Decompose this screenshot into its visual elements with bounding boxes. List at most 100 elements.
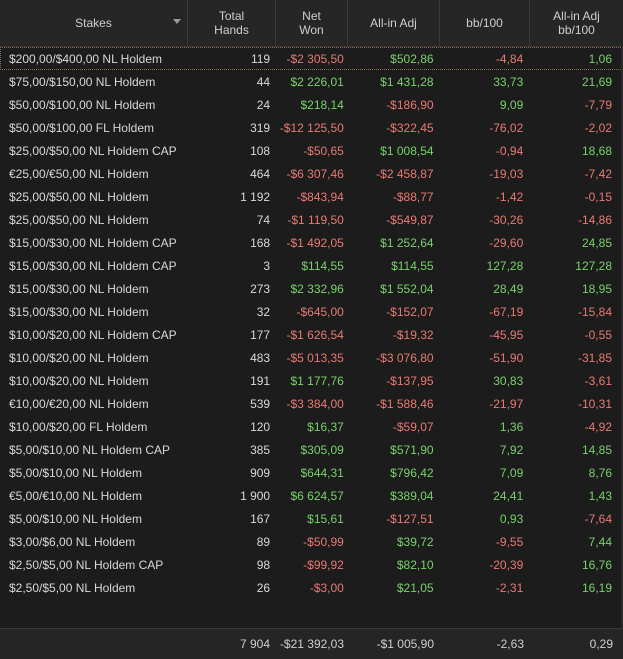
col-header-total-hands[interactable]: Total Hands [188, 0, 276, 46]
totals-bb100: -2,63 [496, 637, 524, 651]
cell-allin-adj: -$137,95 [386, 373, 434, 388]
cell-total-hands: 32 [256, 304, 271, 319]
table-row[interactable]: $50,00/$100,00 NL Holdem 24 $218,14 -$186,9… [0, 93, 623, 116]
cell-allin-adj: $389,04 [390, 488, 434, 503]
cell-allin-adj-bb100: -0,55 [584, 327, 612, 342]
cell-bb100: -45,95 [489, 327, 524, 342]
cell-net-won: -$1 626,54 [286, 327, 344, 342]
table-row[interactable]: €5,00/€10,00 NL Holdem 1 900 $6 624,57 $389… [0, 484, 623, 507]
cell-allin-adj-bb100: -7,79 [584, 97, 612, 112]
cell-total-hands: 273 [250, 281, 271, 296]
table-row[interactable]: $5,00/$10,00 NL Holdem CAP 385 $305,09 $571… [0, 438, 623, 461]
cell-total-hands: 24 [256, 97, 271, 112]
table-row[interactable]: $15,00/$30,00 NL Holdem 273 $2 332,96 $1 55… [0, 277, 623, 300]
table-row[interactable]: $10,00/$20,00 NL Holdem CAP 177 -$1 626,54… [0, 323, 623, 346]
col-header-stakes[interactable]: Stakes [0, 0, 188, 46]
cell-allin-adj-bb100: 21,69 [581, 74, 612, 89]
cell-total-hands: 385 [250, 442, 271, 457]
cell-allin-adj-bb100: -15,84 [577, 304, 612, 319]
cell-net-won: -$6 307,46 [286, 166, 344, 181]
col-header-allin-adj-label: All-in Adj [370, 16, 417, 30]
totals-hands: 7 904 [239, 637, 270, 651]
table-row[interactable]: $10,00/$20,00 FL Holdem 120 $16,37 -$59,07 1… [0, 415, 623, 438]
cell-bb100: 1,36 [499, 419, 524, 434]
cell-allin-adj: $796,42 [390, 465, 434, 480]
col-header-bb100[interactable]: bb/100 [440, 0, 530, 46]
col-header-allin-adj-bb100-label: All-in Adj bb/100 [553, 9, 600, 37]
table-row[interactable]: $2,50/$5,00 NL Holdem CAP 98 -$99,92 $82,10… [0, 553, 623, 576]
table-row[interactable]: $200,00/$400,00 NL Holdem 119 -$2 305,50 $5… [0, 47, 623, 70]
cell-net-won: -$12 125,50 [279, 120, 344, 135]
cell-total-hands: 44 [256, 74, 271, 89]
table-row[interactable]: $50,00/$100,00 FL Holdem 319 -$12 125,50 -$… [0, 116, 623, 139]
cell-allin-adj: $82,10 [396, 557, 434, 572]
table-row[interactable]: $25,00/$50,00 NL Holdem 1 192 -$843,94 -$88… [0, 185, 623, 208]
cell-allin-adj: $1 252,64 [380, 235, 434, 250]
table-row[interactable]: $10,00/$20,00 NL Holdem 483 -$5 013,35 -$3 … [0, 346, 623, 369]
cell-bb100: -29,60 [489, 235, 524, 250]
table-row[interactable]: $15,00/$30,00 NL Holdem CAP 168 -$1 492,05… [0, 231, 623, 254]
table-row[interactable]: €10,00/€20,00 NL Holdem 539 -$3 384,00 -$1 … [0, 392, 623, 415]
table-row[interactable]: $2,50/$5,00 NL Holdem 26 -$3,00 $21,05 -2,31… [0, 576, 623, 599]
cell-allin-adj: -$549,87 [386, 212, 434, 227]
col-header-allin-adj[interactable]: All-in Adj [348, 0, 440, 46]
table-row[interactable]: €25,00/€50,00 NL Holdem 464 -$6 307,46 -$2 … [0, 162, 623, 185]
cell-stakes: $5,00/$10,00 NL Holdem [9, 465, 142, 480]
cell-bb100: -76,02 [489, 120, 524, 135]
cell-allin-adj-bb100: -4,92 [584, 419, 612, 434]
cell-stakes: $200,00/$400,00 NL Holdem [9, 51, 162, 66]
table-row[interactable]: $3,00/$6,00 NL Holdem 89 -$50,99 $39,72 -9,5… [0, 530, 623, 553]
cell-stakes: $10,00/$20,00 NL Holdem CAP [9, 327, 177, 342]
cell-bb100: -30,26 [489, 212, 524, 227]
cell-net-won: $1 177,76 [290, 373, 344, 388]
col-header-net-won[interactable]: Net Won [276, 0, 348, 46]
cell-stakes: $5,00/$10,00 NL Holdem [9, 511, 142, 526]
table-row[interactable]: $25,00/$50,00 NL Holdem 74 -$1 119,50 -$549… [0, 208, 623, 231]
table-row[interactable]: $5,00/$10,00 NL Holdem 909 $644,31 $796,42 7… [0, 461, 623, 484]
cell-bb100: -67,19 [489, 304, 524, 319]
cell-bb100: -51,90 [489, 350, 524, 365]
cell-allin-adj: -$127,51 [386, 511, 434, 526]
cell-net-won: -$843,94 [296, 189, 344, 204]
table-row[interactable]: $25,00/$50,00 NL Holdem CAP 108 -$50,65 $1 … [0, 139, 623, 162]
stats-table: Stakes Total Hands Net Won All-in Adj bb… [0, 0, 623, 659]
cell-allin-adj-bb100: -14,86 [577, 212, 612, 227]
cell-stakes: $2,50/$5,00 NL Holdem CAP [9, 557, 164, 572]
cell-total-hands: 120 [250, 419, 271, 434]
cell-net-won: -$645,00 [296, 304, 344, 319]
cell-total-hands: 464 [250, 166, 271, 181]
cell-allin-adj: -$2 458,87 [376, 166, 434, 181]
cell-allin-adj-bb100: -3,61 [584, 373, 612, 388]
cell-net-won: $218,14 [300, 97, 344, 112]
table-row[interactable]: $10,00/$20,00 NL Holdem 191 $1 177,76 -$137… [0, 369, 623, 392]
table-row[interactable]: $5,00/$10,00 NL Holdem 167 $15,61 -$127,51 0… [0, 507, 623, 530]
cell-allin-adj: -$19,32 [392, 327, 434, 342]
cell-stakes: $50,00/$100,00 NL Holdem [9, 97, 156, 112]
cell-net-won: -$3,00 [309, 580, 344, 595]
table-row[interactable]: $75,00/$150,00 NL Holdem 44 $2 226,01 $1 43… [0, 70, 623, 93]
cell-stakes: $50,00/$100,00 FL Holdem [9, 120, 154, 135]
cell-total-hands: 26 [256, 580, 271, 595]
table-row[interactable]: $15,00/$30,00 NL Holdem CAP 3 $114,55 $114,… [0, 254, 623, 277]
cell-allin-adj-bb100: 16,19 [581, 580, 612, 595]
sort-desc-icon[interactable] [173, 19, 181, 24]
cell-allin-adj: $39,72 [396, 534, 434, 549]
cell-allin-adj-bb100: 14,85 [581, 442, 612, 457]
cell-total-hands: 319 [250, 120, 271, 135]
cell-allin-adj-bb100: 18,68 [581, 143, 612, 158]
cell-allin-adj: $1 008,54 [380, 143, 434, 158]
cell-bb100: 28,49 [493, 281, 524, 296]
col-header-allin-adj-bb100[interactable]: All-in Adj bb/100 [530, 0, 623, 46]
cell-allin-adj: -$88,77 [392, 189, 434, 204]
cell-stakes: $15,00/$30,00 NL Holdem CAP [9, 258, 177, 273]
cell-bb100: 24,41 [493, 488, 524, 503]
cell-bb100: -9,55 [495, 534, 524, 549]
cell-stakes: $15,00/$30,00 NL Holdem CAP [9, 235, 177, 250]
cell-net-won: $2 332,96 [290, 281, 344, 296]
table-row[interactable]: $15,00/$30,00 NL Holdem 32 -$645,00 -$152,0… [0, 300, 623, 323]
cell-total-hands: 89 [256, 534, 271, 549]
cell-allin-adj: $21,05 [396, 580, 434, 595]
cell-net-won: $2 226,01 [290, 74, 344, 89]
cell-allin-adj: -$322,45 [386, 120, 434, 135]
cell-net-won: -$50,99 [303, 534, 344, 549]
